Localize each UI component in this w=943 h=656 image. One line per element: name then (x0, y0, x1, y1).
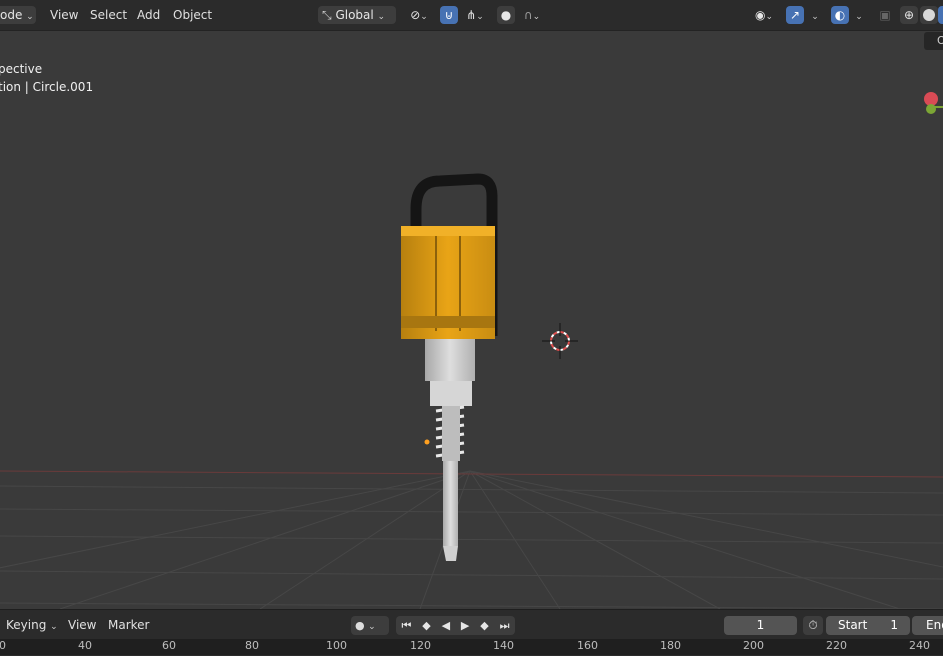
keying-label: Keying (6, 618, 47, 632)
chevron-down-icon: ⌄ (855, 12, 863, 22)
playback-controls: ⏮ ◆ ◀ ▶ ◆ ⏭ (396, 616, 515, 635)
snap-toggle[interactable]: ⊍ (440, 6, 458, 24)
collar (425, 339, 475, 381)
material-shading-button[interactable] (938, 6, 943, 24)
pivot-icon: ⊘ (410, 8, 421, 22)
end-frame-field[interactable]: End (912, 616, 943, 635)
xray-toggle[interactable]: ▣ (876, 6, 894, 24)
gizmo-toggle[interactable]: ↗ (786, 6, 804, 24)
chevron-down-icon: ⌄ (50, 622, 58, 632)
proportional-edit-icon: ● (500, 8, 512, 22)
chisel-bit (443, 461, 458, 546)
chevron-down-icon: ⌄ (765, 12, 774, 22)
chevron-down-icon: ⌄ (420, 12, 428, 22)
ruler-tick: 160 (577, 639, 598, 652)
prev-keyframe-icon[interactable]: ◆ (422, 619, 430, 632)
xray-icon: ▣ (879, 8, 891, 22)
play-icon[interactable]: ▶ (461, 619, 469, 632)
ruler-tick: 60 (162, 639, 176, 652)
wireframe-shading-icon: ⊕ (903, 8, 915, 22)
proportional-edit-toggle[interactable]: ● (497, 6, 515, 24)
frame-ruler[interactable]: 20 40 60 80 100 120 140 160 180 200 220 … (0, 639, 943, 655)
ruler-tick: 40 (78, 639, 92, 652)
chevron-down-icon: ⌄ (377, 12, 386, 22)
ruler-tick: 200 (743, 639, 764, 652)
play-reverse-icon[interactable]: ◀ (442, 619, 450, 632)
orientation-label: Global (335, 8, 374, 22)
falloff-icon: ∩ (523, 8, 533, 22)
gizmo-icon: ↗ (789, 8, 801, 22)
sidebar-toggle[interactable]: O (924, 32, 943, 50)
overlay-dropdown[interactable]: ⌄ (850, 6, 868, 24)
menu-object[interactable]: Object (173, 0, 212, 30)
mode-dropdown[interactable]: ode ⌄ (0, 6, 36, 24)
jump-start-icon[interactable]: ⏮ (401, 619, 411, 633)
visibility-icon: ◉ (754, 8, 766, 22)
overlay-toggle[interactable]: ◐ (831, 6, 849, 24)
ruler-tick: 120 (410, 639, 431, 652)
menu-select[interactable]: Select (90, 0, 127, 30)
end-label: End (926, 618, 943, 632)
snap-increment-icon: ⋔ (466, 8, 477, 22)
proportional-falloff-dropdown[interactable]: ∩⌄ (517, 6, 547, 24)
snap-icon: ⊍ (444, 8, 454, 22)
pivot-point-button[interactable]: ⊘⌄ (403, 6, 435, 24)
chevron-down-icon: ⌄ (532, 12, 541, 22)
viewport-header: ode ⌄ View Select Add Object ⤡ Global ⌄ … (0, 0, 943, 31)
sidebar-corner-label: O (937, 34, 943, 47)
current-frame-field[interactable]: 1 (724, 616, 797, 635)
start-value: 1 (890, 618, 898, 632)
ruler-tick: 20 (0, 639, 6, 652)
chevron-down-icon: ⌄ (368, 622, 376, 632)
navigation-gizmo (924, 92, 943, 114)
menu-add[interactable]: Add (137, 0, 160, 30)
start-frame-field[interactable]: Start 1 (826, 616, 910, 635)
menu-view[interactable]: View (50, 0, 78, 30)
transform-orientation-icon: ⤡ (322, 8, 332, 22)
solid-shading-icon (923, 9, 935, 21)
ruler-tick: 220 (826, 639, 847, 652)
timeline-menu-marker[interactable]: Marker (108, 616, 149, 635)
chevron-down-icon: ⌄ (26, 12, 34, 22)
stopwatch-icon: ⏱ (808, 618, 818, 632)
transform-orientation-dropdown[interactable]: ⤡ Global ⌄ (318, 6, 396, 24)
ruler-tick: 100 (326, 639, 347, 652)
snap-target-dropdown[interactable]: ⋔⌄ (459, 6, 491, 24)
3d-cursor (542, 323, 578, 359)
solid-shading-button[interactable] (920, 6, 938, 24)
preview-range-toggle[interactable]: ⏱ (803, 616, 823, 635)
chevron-down-icon: ⌄ (476, 12, 484, 22)
auto-keying-dropdown[interactable]: ● ⌄ (351, 616, 389, 635)
collection-object-label: tion | Circle.001 (0, 80, 94, 94)
mode-label: ode (0, 8, 23, 22)
keying-dropdown[interactable]: Keying ⌄ (0, 616, 64, 635)
record-icon: ● (355, 619, 365, 632)
floor-grid (0, 470, 943, 609)
3d-viewport[interactable]: pective tion | Circle.001 O (0, 31, 943, 609)
overlay-icon: ◐ (834, 8, 846, 22)
wireframe-shading-button[interactable]: ⊕ (900, 6, 918, 24)
ruler-tick: 180 (660, 639, 681, 652)
jump-end-icon[interactable]: ⏭ (500, 619, 510, 633)
timeline-menu-view[interactable]: View (68, 616, 96, 635)
ruler-tick: 140 (493, 639, 514, 652)
gizmo-dropdown[interactable]: ⌄ (806, 6, 824, 24)
start-label: Start (838, 618, 868, 632)
next-keyframe-icon[interactable]: ◆ (480, 619, 488, 632)
chevron-down-icon: ⌄ (811, 12, 819, 22)
viewport-scene (0, 92, 943, 609)
ruler-tick: 80 (245, 639, 259, 652)
view-perspective-label: pective (0, 62, 43, 76)
ruler-tick: 240 (909, 639, 930, 652)
origin-point (424, 439, 430, 445)
visibility-dropdown[interactable]: ◉⌄ (749, 6, 779, 24)
